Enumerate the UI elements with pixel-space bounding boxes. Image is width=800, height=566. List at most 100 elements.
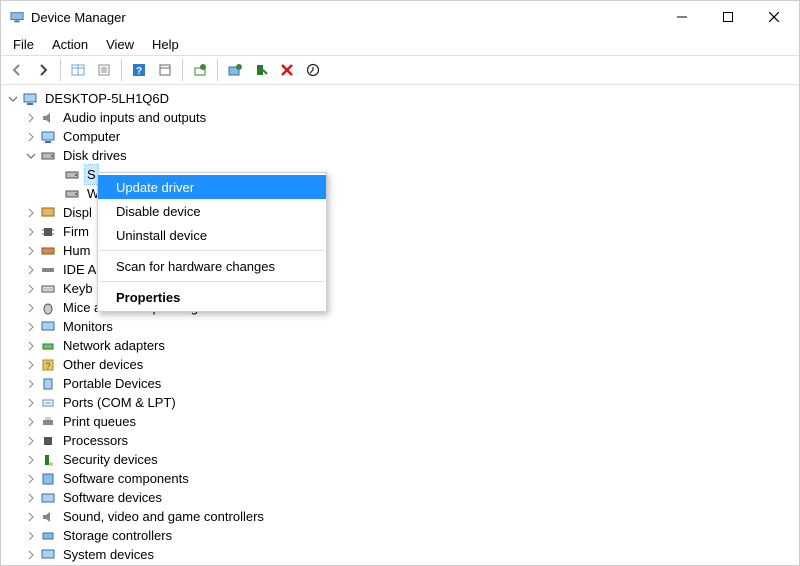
context-menu: Update driver Disable device Uninstall d… bbox=[97, 172, 327, 312]
tree-item[interactable]: Print queues bbox=[1, 412, 799, 431]
action-icon[interactable] bbox=[301, 58, 325, 82]
device-tree[interactable]: DESKTOP-5LH1Q6D Audio inputs and outputs… bbox=[1, 85, 799, 565]
tree-item[interactable]: Security devices bbox=[1, 450, 799, 469]
window-title: Device Manager bbox=[31, 10, 659, 25]
expand-toggle[interactable] bbox=[23, 414, 39, 430]
tree-item[interactable]: System devices bbox=[1, 545, 799, 564]
expand-toggle[interactable] bbox=[23, 148, 39, 164]
ctx-disable-device[interactable]: Disable device bbox=[98, 199, 326, 223]
tree-item[interactable]: Software devices bbox=[1, 488, 799, 507]
software-device-icon bbox=[40, 490, 56, 506]
ide-icon bbox=[40, 262, 56, 278]
device-manager-window: Device Manager File Action View Help ? bbox=[0, 0, 800, 566]
expand-toggle[interactable] bbox=[23, 300, 39, 316]
security-icon bbox=[40, 452, 56, 468]
tree-item[interactable]: Computer bbox=[1, 127, 799, 146]
tree-item[interactable]: Portable Devices bbox=[1, 374, 799, 393]
device-manager-app-icon bbox=[9, 9, 25, 25]
computer-icon bbox=[22, 91, 38, 107]
tree-item[interactable]: Storage controllers bbox=[1, 526, 799, 545]
show-hidden-icon[interactable] bbox=[66, 58, 90, 82]
menu-view[interactable]: View bbox=[98, 35, 142, 54]
ctx-separator bbox=[99, 250, 325, 251]
toolbar-separator bbox=[217, 59, 218, 81]
audio-icon bbox=[40, 110, 56, 126]
menu-help[interactable]: Help bbox=[144, 35, 187, 54]
tree-item[interactable]: Network adapters bbox=[1, 336, 799, 355]
ports-icon bbox=[40, 395, 56, 411]
maximize-button[interactable] bbox=[705, 2, 751, 32]
tree-root[interactable]: DESKTOP-5LH1Q6D bbox=[1, 89, 799, 108]
software-component-icon bbox=[40, 471, 56, 487]
tree-item-disk-drives[interactable]: Disk drives bbox=[1, 146, 799, 165]
toolbar-separator bbox=[121, 59, 122, 81]
menu-file[interactable]: File bbox=[5, 35, 42, 54]
expand-toggle[interactable] bbox=[23, 357, 39, 373]
uninstall-icon[interactable] bbox=[223, 58, 247, 82]
expand-toggle[interactable] bbox=[23, 224, 39, 240]
hid-icon bbox=[40, 243, 56, 259]
computer-icon bbox=[40, 129, 56, 145]
expand-toggle[interactable] bbox=[23, 129, 39, 145]
expand-toggle[interactable] bbox=[23, 262, 39, 278]
tree-root-label: DESKTOP-5LH1Q6D bbox=[43, 89, 171, 108]
minimize-button[interactable] bbox=[659, 2, 705, 32]
disk-icon bbox=[64, 167, 80, 183]
close-button[interactable] bbox=[751, 2, 797, 32]
expand-toggle[interactable] bbox=[5, 91, 21, 107]
expand-toggle[interactable] bbox=[23, 319, 39, 335]
expand-toggle[interactable] bbox=[23, 452, 39, 468]
back-icon[interactable] bbox=[5, 58, 29, 82]
monitor-icon bbox=[40, 319, 56, 335]
tree-item[interactable]: Audio inputs and outputs bbox=[1, 108, 799, 127]
expand-toggle[interactable] bbox=[23, 547, 39, 563]
ctx-properties[interactable]: Properties bbox=[98, 285, 326, 309]
system-icon bbox=[40, 547, 56, 563]
help-icon[interactable]: ? bbox=[127, 58, 151, 82]
expand-toggle[interactable] bbox=[23, 205, 39, 221]
expand-toggle[interactable] bbox=[23, 471, 39, 487]
menu-action[interactable]: Action bbox=[44, 35, 96, 54]
expand-toggle[interactable] bbox=[23, 110, 39, 126]
remove-icon[interactable] bbox=[275, 58, 299, 82]
display-icon bbox=[40, 205, 56, 221]
tree-item[interactable]: Sound, video and game controllers bbox=[1, 507, 799, 526]
other-icon: ? bbox=[40, 357, 56, 373]
update-driver-icon[interactable] bbox=[188, 58, 212, 82]
mouse-icon bbox=[40, 300, 56, 316]
sound-icon bbox=[40, 509, 56, 525]
processor-icon bbox=[40, 433, 56, 449]
window-controls bbox=[659, 2, 797, 32]
tree-item[interactable]: ?Other devices bbox=[1, 355, 799, 374]
titlebar: Device Manager bbox=[1, 1, 799, 33]
network-icon bbox=[40, 338, 56, 354]
chip-icon bbox=[40, 224, 56, 240]
tree-item[interactable]: Ports (COM & LPT) bbox=[1, 393, 799, 412]
ctx-scan-hardware[interactable]: Scan for hardware changes bbox=[98, 254, 326, 278]
expand-toggle[interactable] bbox=[23, 395, 39, 411]
print-icon bbox=[40, 414, 56, 430]
tree-item[interactable]: Monitors bbox=[1, 317, 799, 336]
scan-hardware-icon[interactable] bbox=[153, 58, 177, 82]
menubar: File Action View Help bbox=[1, 33, 799, 55]
expand-toggle[interactable] bbox=[23, 376, 39, 392]
properties-icon[interactable] bbox=[92, 58, 116, 82]
ctx-uninstall-device[interactable]: Uninstall device bbox=[98, 223, 326, 247]
storage-icon bbox=[40, 528, 56, 544]
expand-toggle[interactable] bbox=[23, 281, 39, 297]
tree-item[interactable]: Software components bbox=[1, 469, 799, 488]
expand-toggle[interactable] bbox=[23, 243, 39, 259]
tree-item[interactable]: Processors bbox=[1, 431, 799, 450]
svg-text:?: ? bbox=[45, 361, 50, 371]
forward-icon[interactable] bbox=[31, 58, 55, 82]
expand-toggle[interactable] bbox=[23, 433, 39, 449]
expand-toggle[interactable] bbox=[23, 528, 39, 544]
expand-toggle[interactable] bbox=[23, 509, 39, 525]
expand-toggle[interactable] bbox=[23, 338, 39, 354]
disk-icon bbox=[64, 186, 80, 202]
svg-text:?: ? bbox=[136, 66, 142, 77]
expand-toggle[interactable] bbox=[23, 490, 39, 506]
ctx-update-driver[interactable]: Update driver bbox=[98, 175, 326, 199]
toolbar-separator bbox=[60, 59, 61, 81]
disable-icon[interactable] bbox=[249, 58, 273, 82]
